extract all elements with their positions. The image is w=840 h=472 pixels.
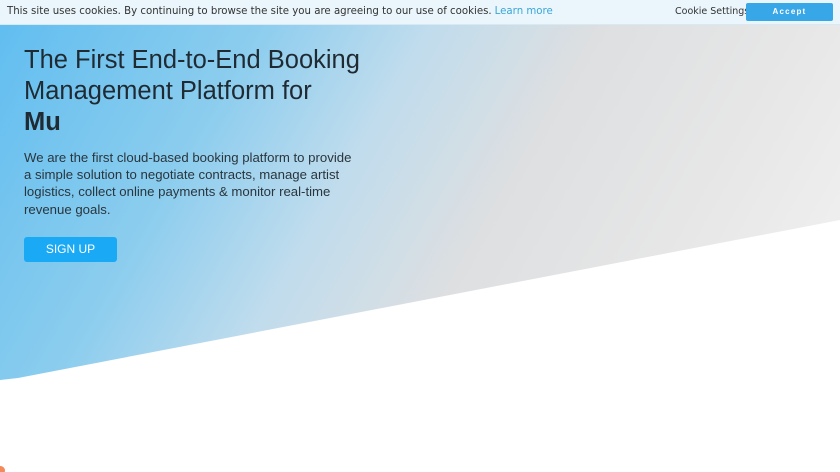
learn-more-link[interactable]: Learn more [495, 6, 553, 17]
hero-title: The First End-to-End Booking Management … [24, 45, 360, 138]
landing-page: This site uses cookies. By continuing to… [0, 0, 840, 472]
hero-title-line-1: The First End-to-End Booking [24, 46, 360, 74]
cookie-settings-link[interactable]: Cookie Settings [675, 6, 749, 17]
hero-title-line-2: Management Platform for [24, 77, 312, 105]
accept-cookies-button[interactable]: Accept [746, 3, 833, 21]
sign-up-button[interactable]: SIGN UP [24, 237, 117, 262]
cookie-message: This site uses cookies. By continuing to… [7, 6, 553, 17]
cookie-banner: This site uses cookies. By continuing to… [0, 0, 840, 25]
hero-description: We are the first cloud-based booking pla… [24, 150, 352, 217]
decorative-dot [0, 466, 5, 472]
hero-title-highlight: Mu [24, 108, 61, 136]
cookie-message-text: This site uses cookies. By continuing to… [7, 6, 492, 17]
